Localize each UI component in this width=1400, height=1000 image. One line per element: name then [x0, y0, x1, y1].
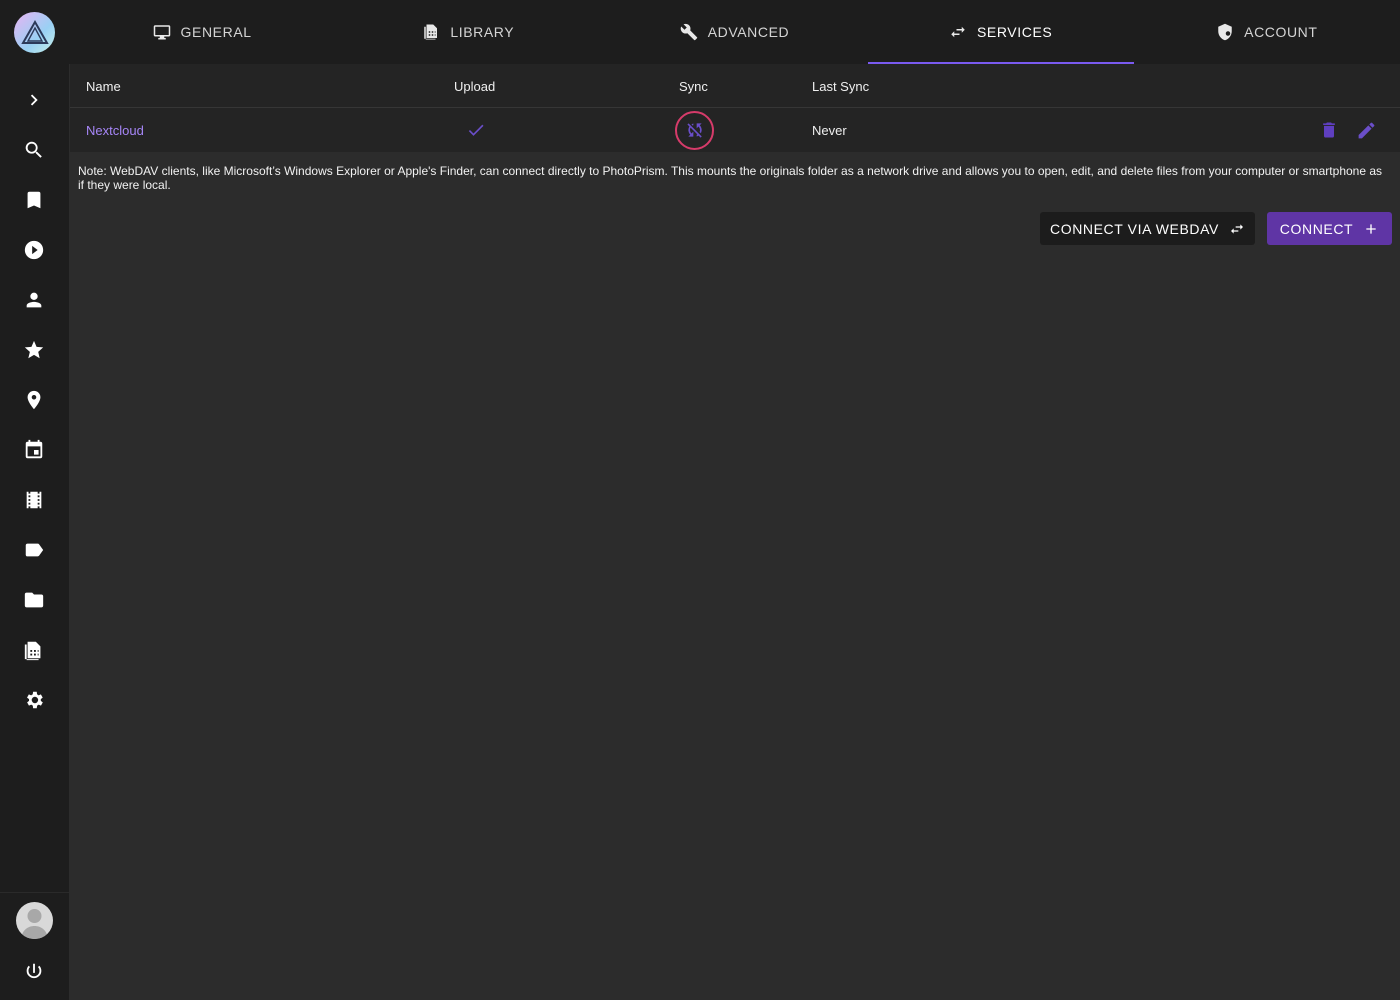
column-header-last-sync[interactable]: Last Sync	[812, 64, 869, 108]
column-header-upload[interactable]: Upload	[454, 64, 495, 108]
shield-account-icon	[1218, 23, 1232, 41]
bookmark-icon[interactable]	[22, 188, 46, 212]
library-icon[interactable]	[22, 638, 46, 662]
tab-advanced[interactable]: ADVANCED	[601, 0, 867, 64]
power-icon[interactable]	[22, 960, 46, 984]
upload-check-icon[interactable]	[466, 108, 486, 152]
movie-icon[interactable]	[22, 488, 46, 512]
label-icon[interactable]	[22, 538, 46, 562]
tab-services[interactable]: SERVICES	[867, 0, 1134, 64]
plus-icon	[1366, 223, 1376, 234]
sidebar	[0, 0, 69, 1000]
delete-icon[interactable]	[1319, 108, 1339, 152]
account-name-link[interactable]: Nextcloud	[86, 108, 144, 152]
last-sync-value: Never	[812, 122, 847, 138]
settings-tabs: GENERAL LIBRARY ADVANCED SERVICES ACCOUN…	[69, 0, 1400, 64]
avatar[interactable]	[16, 902, 53, 939]
connect-button[interactable]: CONNECT	[1267, 212, 1392, 245]
monitor-icon	[153, 25, 170, 40]
tab-label: ACCOUNT	[1244, 24, 1318, 40]
wrench-icon	[680, 23, 697, 41]
search-icon[interactable]	[22, 138, 46, 162]
swap-icon	[1230, 223, 1243, 234]
prism-icon	[20, 19, 49, 44]
play-icon[interactable]	[22, 238, 46, 262]
table-row: Nextcloud Never	[70, 108, 1400, 152]
sync-disabled-icon	[675, 110, 714, 150]
tab-general[interactable]: GENERAL	[69, 0, 335, 64]
star-icon[interactable]	[22, 338, 46, 362]
user-avatar-icon	[21, 909, 48, 939]
tab-library[interactable]: LIBRARY	[335, 0, 601, 64]
person-icon[interactable]	[22, 288, 46, 312]
button-label: CONNECT VIA WEBDAV	[1050, 220, 1219, 237]
swap-icon	[951, 26, 965, 38]
tab-label: LIBRARY	[450, 24, 515, 40]
library-icon	[424, 24, 438, 40]
button-label: CONNECT	[1279, 220, 1354, 237]
folder-icon[interactable]	[22, 588, 46, 612]
tab-account[interactable]: ACCOUNT	[1134, 0, 1400, 64]
sync-toggle[interactable]	[675, 108, 714, 152]
sidebar-divider	[0, 892, 69, 893]
tab-label: SERVICES	[976, 24, 1053, 40]
services-table: Name Upload Sync Last Sync Nextcloud Nev…	[70, 64, 1400, 152]
column-header-name[interactable]: Name	[86, 64, 121, 108]
edit-icon[interactable]	[1356, 108, 1377, 152]
tab-label: ADVANCED	[707, 24, 790, 40]
photoprism-logo[interactable]	[14, 12, 55, 53]
place-icon[interactable]	[22, 388, 46, 412]
connect-via-webdav-button[interactable]: CONNECT VIA WEBDAV	[1040, 212, 1255, 245]
column-header-sync[interactable]: Sync	[679, 64, 708, 108]
settings-icon[interactable]	[22, 688, 46, 712]
tab-label: GENERAL	[180, 24, 252, 40]
webdav-note: Note: WebDAV clients, like Microsoft’s W…	[78, 164, 1383, 192]
table-header: Name Upload Sync Last Sync	[70, 64, 1400, 108]
calendar-icon[interactable]	[22, 438, 46, 462]
expand-icon[interactable]	[22, 88, 46, 112]
